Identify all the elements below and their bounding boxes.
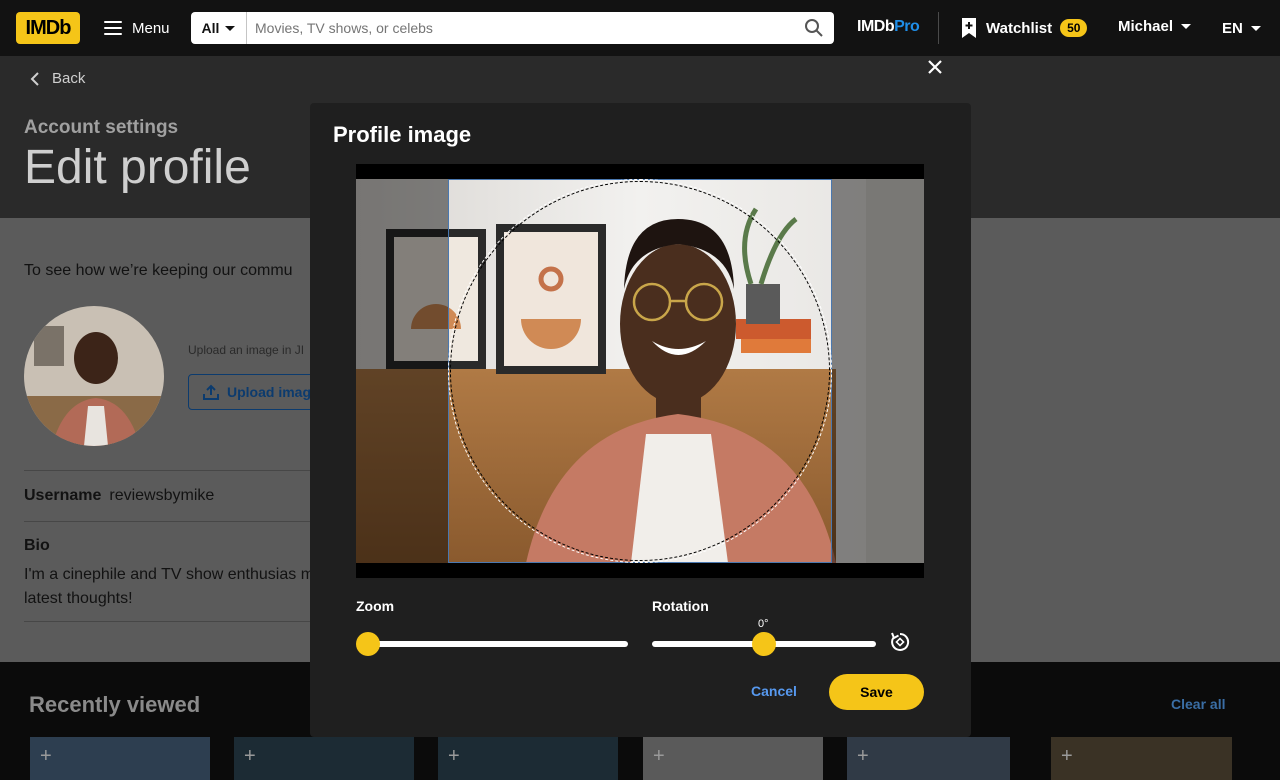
rotation-value: 0° — [758, 618, 769, 630]
crop-mask-left — [356, 179, 448, 563]
crop-mask-right — [832, 179, 924, 563]
section-label: Account settings — [24, 117, 179, 138]
image-cropper[interactable] — [356, 164, 924, 578]
upload-hint: Upload an image in JI — [188, 343, 305, 357]
menu-button[interactable]: Menu — [96, 12, 178, 44]
close-icon[interactable] — [922, 54, 948, 80]
recent-title-card[interactable]: + — [234, 737, 414, 780]
search-category-dropdown[interactable]: All — [191, 12, 247, 44]
recent-title-card[interactable]: + — [30, 737, 210, 780]
recent-title-card[interactable]: + — [438, 737, 618, 780]
zoom-slider-track[interactable] — [368, 641, 628, 647]
chevron-down-icon — [1181, 23, 1192, 29]
username-label: Username — [24, 487, 102, 504]
chevron-left-icon — [30, 71, 39, 86]
search-bar: All — [191, 12, 834, 44]
recently-viewed-title: Recently viewed — [29, 692, 201, 717]
back-link[interactable]: Back — [30, 70, 85, 87]
search-category-label: All — [201, 20, 220, 36]
search-icon[interactable] — [794, 12, 834, 44]
modal-title: Profile image — [333, 122, 472, 147]
imdb-logo[interactable]: IMDb — [16, 12, 80, 44]
user-menu[interactable]: Michael — [1118, 12, 1192, 40]
imdbpro-part1: IMDb — [857, 18, 895, 35]
avatar — [24, 306, 164, 446]
upload-image-button[interactable]: Upload imag — [188, 374, 328, 410]
language-selector[interactable]: EN — [1222, 12, 1261, 44]
chevron-down-icon — [1250, 25, 1261, 31]
bookmark-plus-icon — [962, 18, 976, 38]
rotate-icon[interactable] — [888, 630, 912, 654]
bio-label: Bio — [24, 537, 50, 554]
username-value: reviewsbymike — [109, 487, 215, 504]
crop-circle-guide — [448, 179, 832, 563]
nav-divider — [938, 12, 939, 44]
cancel-button[interactable]: Cancel — [742, 674, 806, 708]
recent-title-card[interactable]: + — [643, 737, 823, 780]
imdbpro-link[interactable]: IMDbPro — [857, 18, 920, 38]
add-icon: + — [653, 745, 665, 767]
guidelines-text: To see how we’re keeping our commu — [24, 262, 293, 279]
upload-icon — [203, 384, 219, 400]
top-nav: IMDb Menu All IMDbPro Watchlist 50 Micha… — [0, 0, 1280, 56]
add-icon: + — [40, 745, 52, 767]
search-input[interactable] — [247, 12, 794, 44]
add-icon: + — [1061, 745, 1073, 767]
zoom-slider-thumb[interactable] — [356, 632, 380, 656]
user-name: Michael — [1118, 17, 1174, 35]
bio-value: I'm a cinephile and TV show enthusias my… — [24, 566, 323, 607]
divider — [24, 621, 324, 622]
recent-title-card[interactable]: + — [1051, 737, 1232, 780]
page-title: Edit profile — [24, 141, 251, 194]
divider — [24, 521, 324, 522]
imdbpro-part2: Pro — [894, 18, 920, 35]
clear-all-link[interactable]: Clear all — [1171, 696, 1225, 712]
chevron-down-icon — [225, 25, 236, 31]
watchlist-button[interactable]: Watchlist 50 — [960, 12, 1088, 44]
add-icon: + — [448, 745, 460, 767]
rotation-label: Rotation — [652, 598, 709, 614]
back-label: Back — [52, 70, 86, 87]
rotation-slider-thumb[interactable] — [752, 632, 776, 656]
username-row: Username reviewsbymike — [24, 487, 214, 505]
hamburger-icon — [104, 21, 122, 35]
menu-label: Menu — [132, 19, 170, 37]
zoom-label: Zoom — [356, 598, 395, 614]
recent-title-card[interactable]: + — [847, 737, 1010, 780]
add-icon: + — [244, 745, 256, 767]
watchlist-label: Watchlist — [986, 19, 1053, 37]
watchlist-count-badge: 50 — [1060, 19, 1088, 37]
save-button[interactable]: Save — [829, 674, 924, 710]
upload-button-label: Upload imag — [227, 384, 312, 400]
divider — [24, 470, 324, 471]
language-label: EN — [1222, 19, 1243, 37]
add-icon: + — [857, 745, 869, 767]
